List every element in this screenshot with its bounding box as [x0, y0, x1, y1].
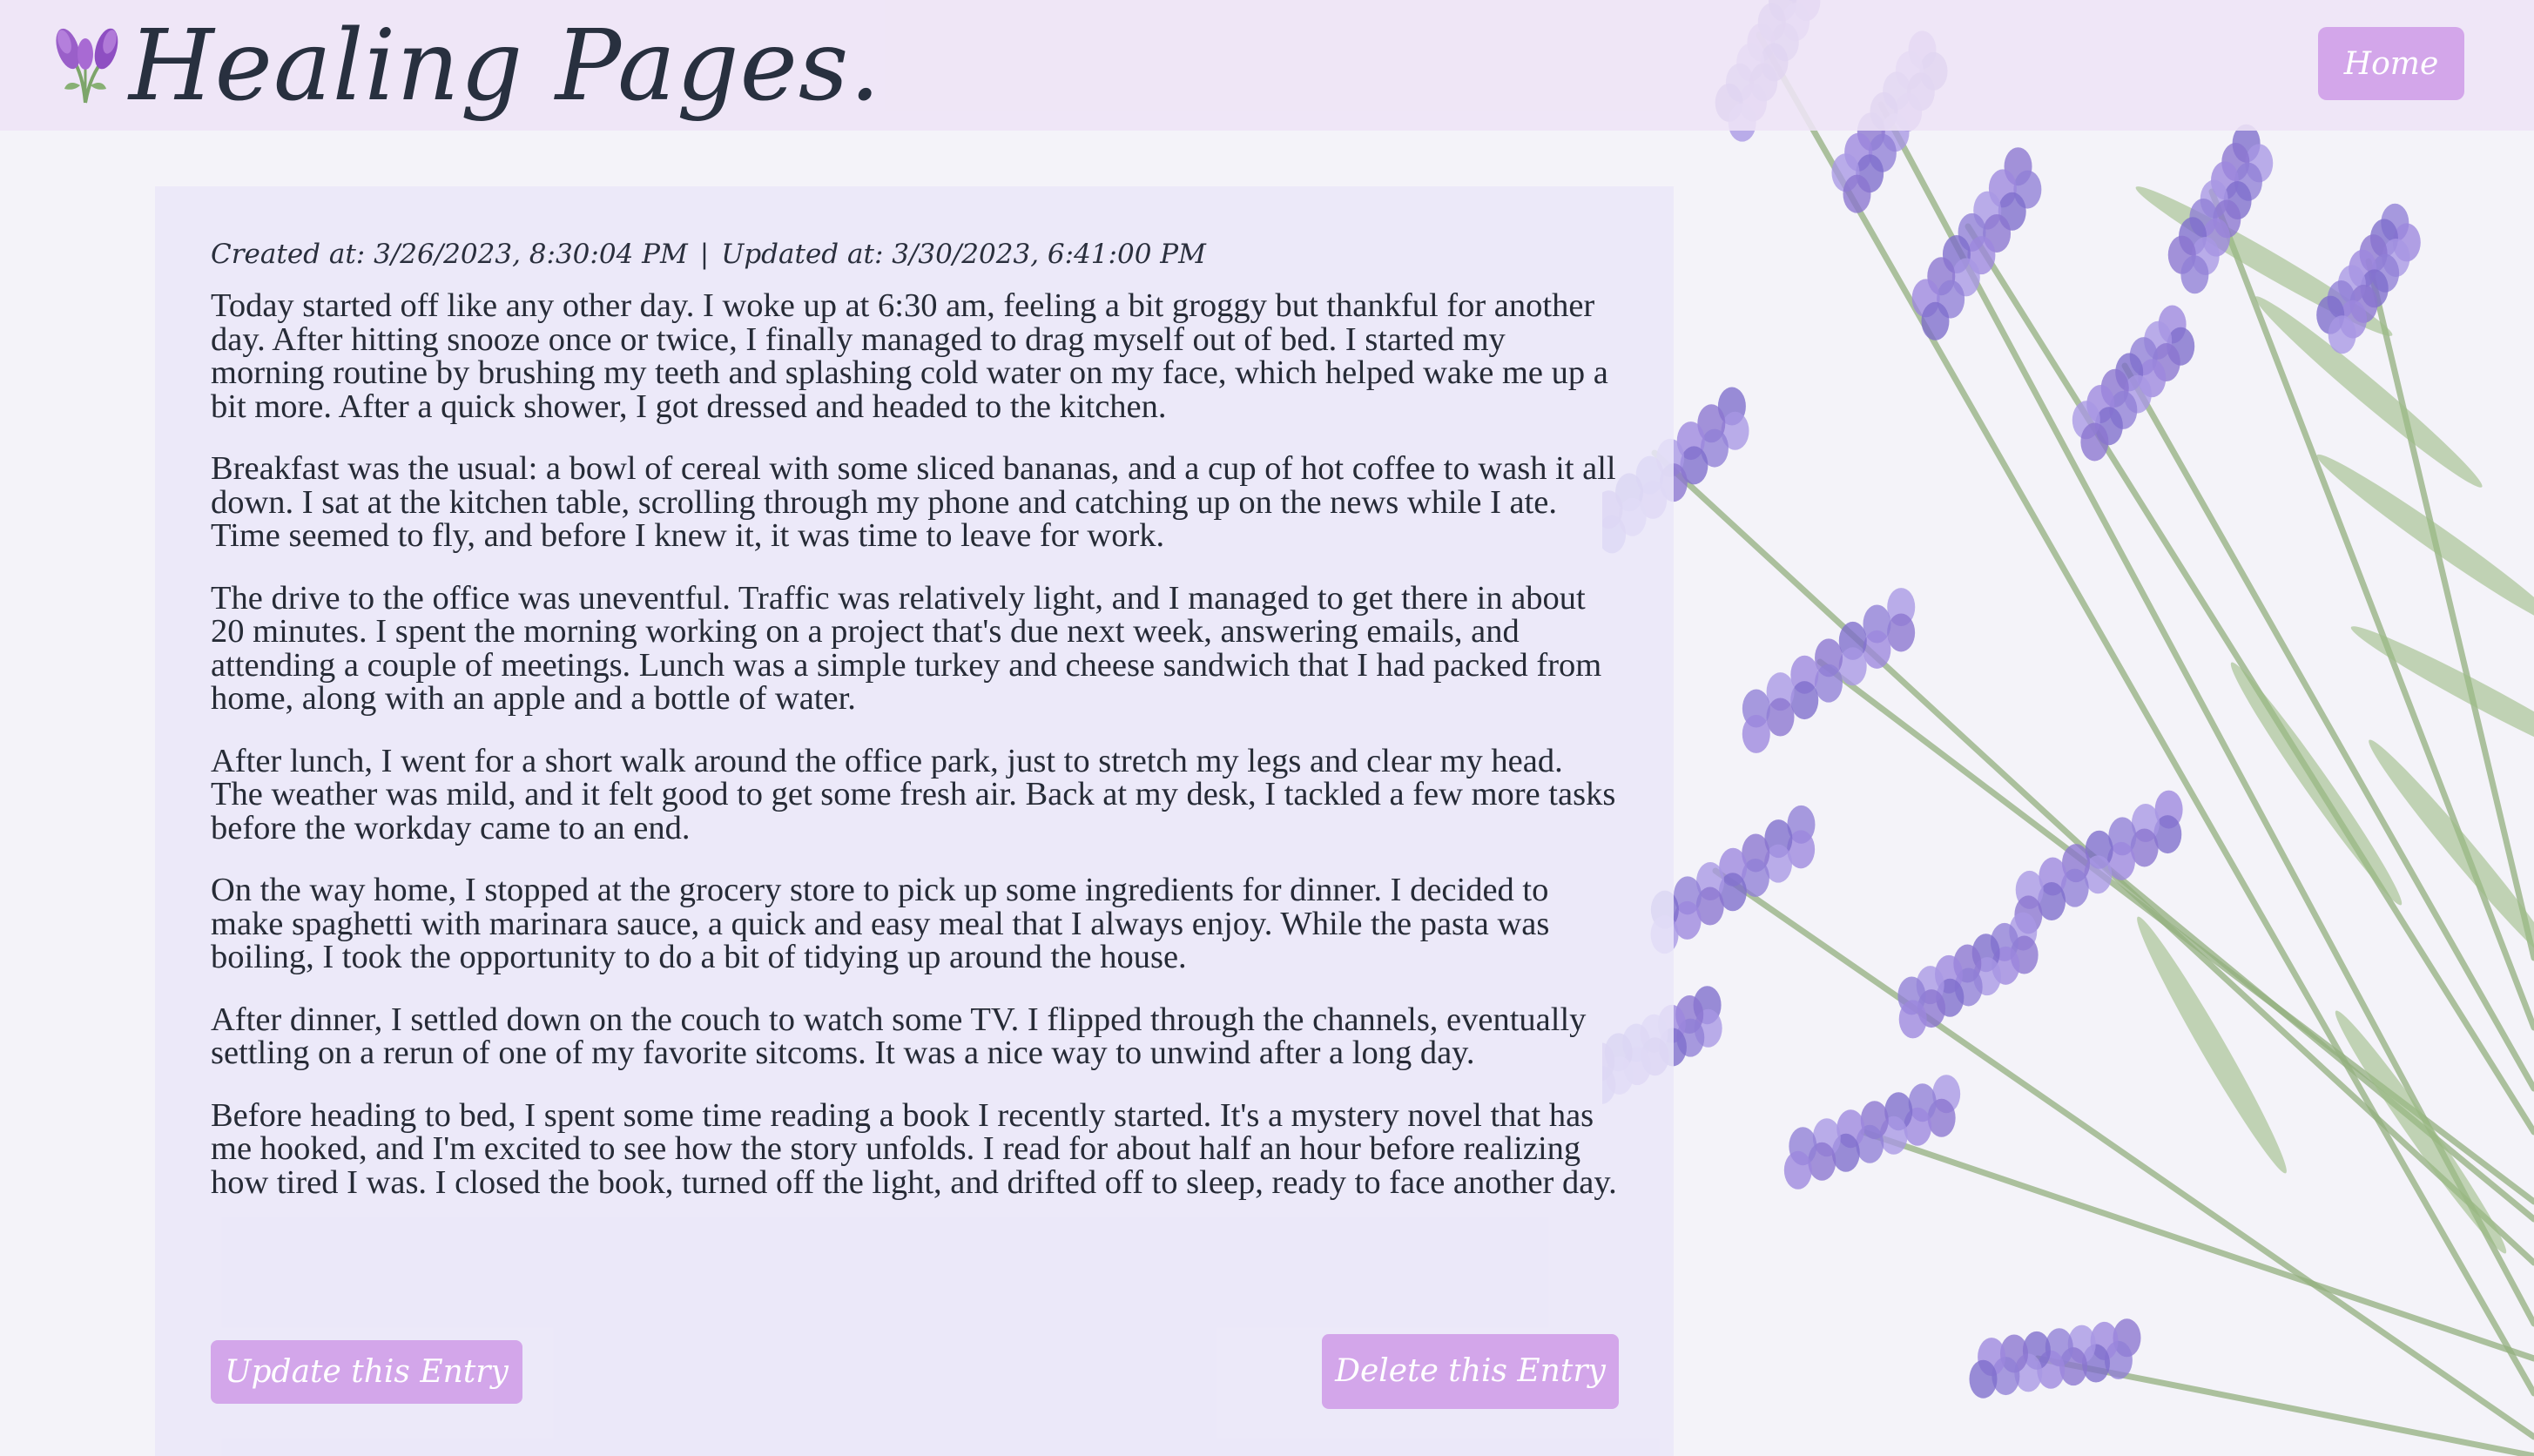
entry-paragraph: After dinner, I settled down on the couc… — [211, 1001, 1587, 1071]
entry-paragraph: After lunch, I went for a short walk aro… — [211, 742, 1616, 846]
entry-paragraph: Breakfast was the usual: a bowl of cerea… — [211, 450, 1616, 554]
lavender-background-image — [1602, 0, 2534, 1456]
entry-paragraph: Before heading to bed, I spent some time… — [211, 1096, 1617, 1201]
entry-paragraph: Today started off like any other day. I … — [211, 287, 1608, 425]
entry-body: Today started off like any other day. I … — [211, 289, 1621, 1228]
created-at-value: 3/26/2023, 8:30:04 PM — [374, 239, 688, 270]
timestamp-separator: | — [699, 239, 710, 270]
home-button[interactable]: Home — [2318, 27, 2464, 100]
entry-paragraph: On the way home, I stopped at the grocer… — [211, 872, 1550, 975]
delete-entry-button[interactable]: Delete this Entry — [1322, 1334, 1619, 1409]
update-entry-button[interactable]: Update this Entry — [211, 1340, 522, 1404]
created-label: Created at: — [211, 239, 366, 270]
updated-at-value: 3/30/2023, 6:41:00 PM — [892, 239, 1206, 270]
site-title[interactable]: Healing Pages. — [129, 5, 881, 127]
entry-timestamps: Created at: 3/26/2023, 8:30:04 PM | Update… — [211, 235, 1206, 273]
updated-label: Updated at: — [721, 239, 884, 270]
page: Healing Pages. Home Created at: 3/26/202… — [0, 0, 2534, 1456]
journal-entry-card: Created at: 3/26/2023, 8:30:04 PM | Update… — [155, 186, 1674, 1456]
entry-paragraph: The drive to the office was uneventful. … — [211, 579, 1602, 717]
lavender-icon — [56, 28, 118, 104]
site-header: Healing Pages. Home — [0, 0, 2534, 131]
